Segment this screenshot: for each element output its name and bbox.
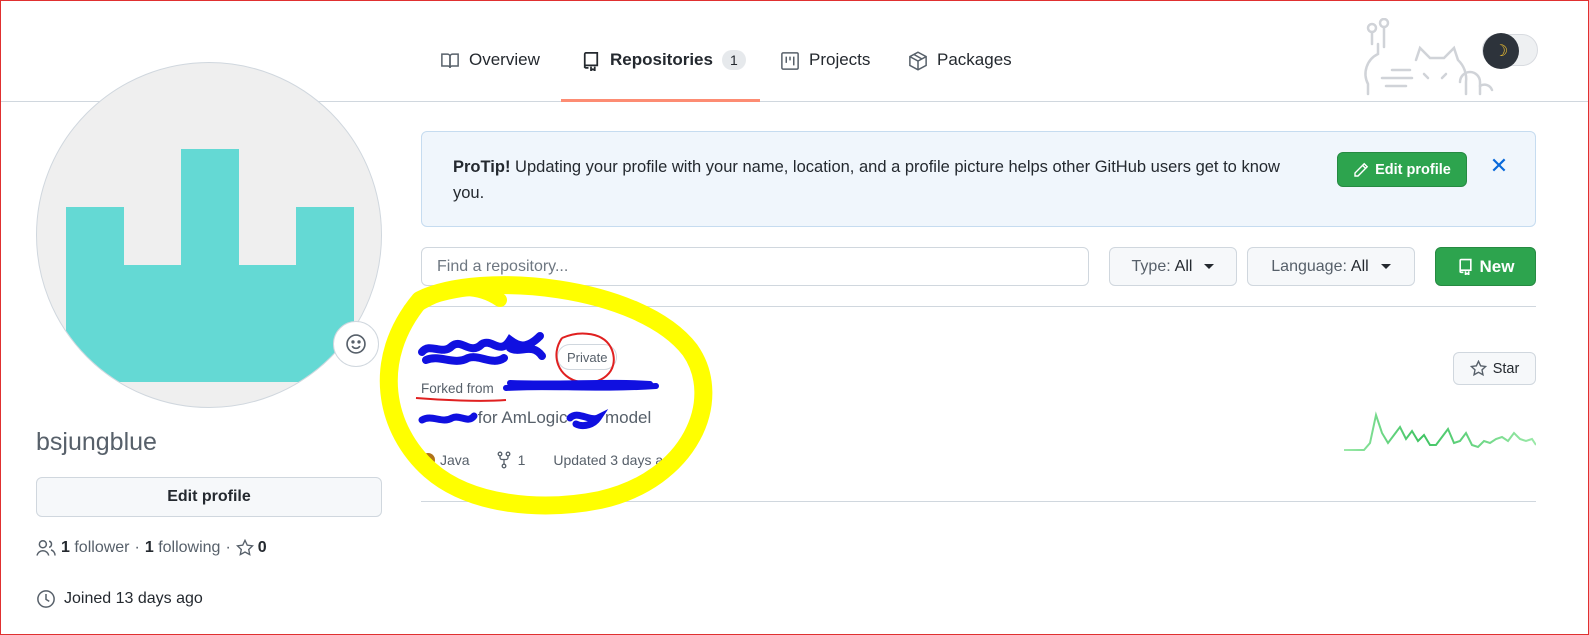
forks-count: 1 xyxy=(517,452,526,468)
clock-icon xyxy=(37,590,55,608)
separator: · xyxy=(134,539,140,556)
find-repository-input[interactable] xyxy=(421,247,1089,286)
visibility-badge: Private xyxy=(557,344,618,370)
close-icon[interactable]: ✕ xyxy=(1487,153,1511,178)
repo-description: for AmLogic model xyxy=(421,408,652,428)
tab-repositories[interactable]: Repositories 1 xyxy=(561,50,760,102)
language-filter-label: Language: xyxy=(1271,257,1347,275)
star-label: Star xyxy=(1492,360,1520,377)
type-filter-value: All xyxy=(1174,257,1193,275)
protip-edit-label: Edit profile xyxy=(1375,161,1451,178)
repo-meta: Java 1 Updated 3 days ago xyxy=(421,451,679,469)
repo-updated: Updated 3 days ago xyxy=(553,452,679,468)
protip-body: Updating your profile with your name, lo… xyxy=(453,158,1280,202)
star-icon xyxy=(235,539,254,556)
theme-toggle[interactable]: ☽ xyxy=(1482,33,1538,69)
caret-down-icon xyxy=(1204,264,1215,269)
edit-profile-button[interactable]: Edit profile xyxy=(36,477,382,517)
language-filter-dropdown[interactable]: Language: All xyxy=(1247,247,1415,286)
red-underline-forked xyxy=(415,397,507,402)
divider xyxy=(421,306,1536,307)
language-color-dot xyxy=(421,453,435,467)
fork-icon xyxy=(497,451,511,469)
repo-description-middle: for AmLogic xyxy=(477,408,568,427)
star-button[interactable]: Star xyxy=(1453,352,1536,385)
separator-2: · xyxy=(225,539,231,556)
set-status-button[interactable] xyxy=(333,321,379,367)
joined-date: Joined 13 days ago xyxy=(36,589,203,609)
tab-overview-label: Overview xyxy=(469,50,540,69)
tab-overview[interactable]: Overview xyxy=(432,50,548,102)
forked-from-line: Forked from xyxy=(421,381,652,396)
identicon-graphic xyxy=(66,149,354,382)
repo-icon xyxy=(583,52,599,71)
star-icon-2 xyxy=(1469,360,1487,377)
username: bsjungblue xyxy=(36,428,157,456)
language-filter-value: All xyxy=(1350,257,1369,275)
tab-repositories-label: Repositories xyxy=(610,50,713,69)
repo-icon-white xyxy=(1458,258,1472,275)
protip-message: ProTip! Updating your profile with your … xyxy=(453,154,1303,206)
pencil-icon xyxy=(1354,162,1369,177)
repo-language: Java xyxy=(440,452,470,468)
blue-scribble-repo-name xyxy=(418,332,546,365)
type-filter-dropdown[interactable]: Type: All xyxy=(1109,247,1237,286)
following-label: following xyxy=(158,539,221,556)
forks-link[interactable]: 1 xyxy=(496,451,526,469)
tab-packages[interactable]: Packages xyxy=(900,50,1020,102)
octocat-illustration xyxy=(1364,18,1494,96)
stars-count: 0 xyxy=(257,539,267,556)
following-count: 1 xyxy=(144,539,154,556)
tab-packages-label: Packages xyxy=(937,50,1012,69)
stars-link[interactable]: 0 xyxy=(235,539,267,557)
type-filter-label: Type: xyxy=(1131,257,1171,275)
protip-title: ProTip! xyxy=(453,158,511,176)
project-icon xyxy=(781,52,799,70)
smiley-icon xyxy=(346,334,366,354)
package-icon xyxy=(909,51,927,71)
repositories-counter: 1 xyxy=(721,50,746,70)
following-link[interactable]: 1 following xyxy=(145,539,221,557)
repo-description-end: model xyxy=(604,408,652,427)
joined-text: Joined 13 days ago xyxy=(64,590,203,607)
book-icon xyxy=(441,53,459,69)
follow-stats: 1 follower · 1 following · 0 xyxy=(36,539,267,557)
divider-2 xyxy=(421,501,1536,502)
avatar[interactable] xyxy=(36,62,382,408)
tab-projects-label: Projects xyxy=(809,50,871,69)
forked-from-label: Forked from xyxy=(421,381,494,396)
followers-label: follower xyxy=(74,539,130,556)
followers-count: 1 xyxy=(61,539,70,556)
protip-edit-profile-button[interactable]: Edit profile xyxy=(1337,152,1467,187)
new-repository-button[interactable]: New xyxy=(1435,247,1536,286)
new-label: New xyxy=(1479,256,1515,276)
people-icon xyxy=(36,540,56,556)
activity-sparkline xyxy=(1344,411,1536,451)
caret-down-icon-2 xyxy=(1380,264,1391,269)
followers-link[interactable]: 1 follower xyxy=(61,539,130,557)
protip-banner: ProTip! Updating your profile with your … xyxy=(421,131,1536,227)
tab-projects[interactable]: Projects xyxy=(772,50,878,102)
moon-icon: ☽ xyxy=(1483,33,1519,69)
